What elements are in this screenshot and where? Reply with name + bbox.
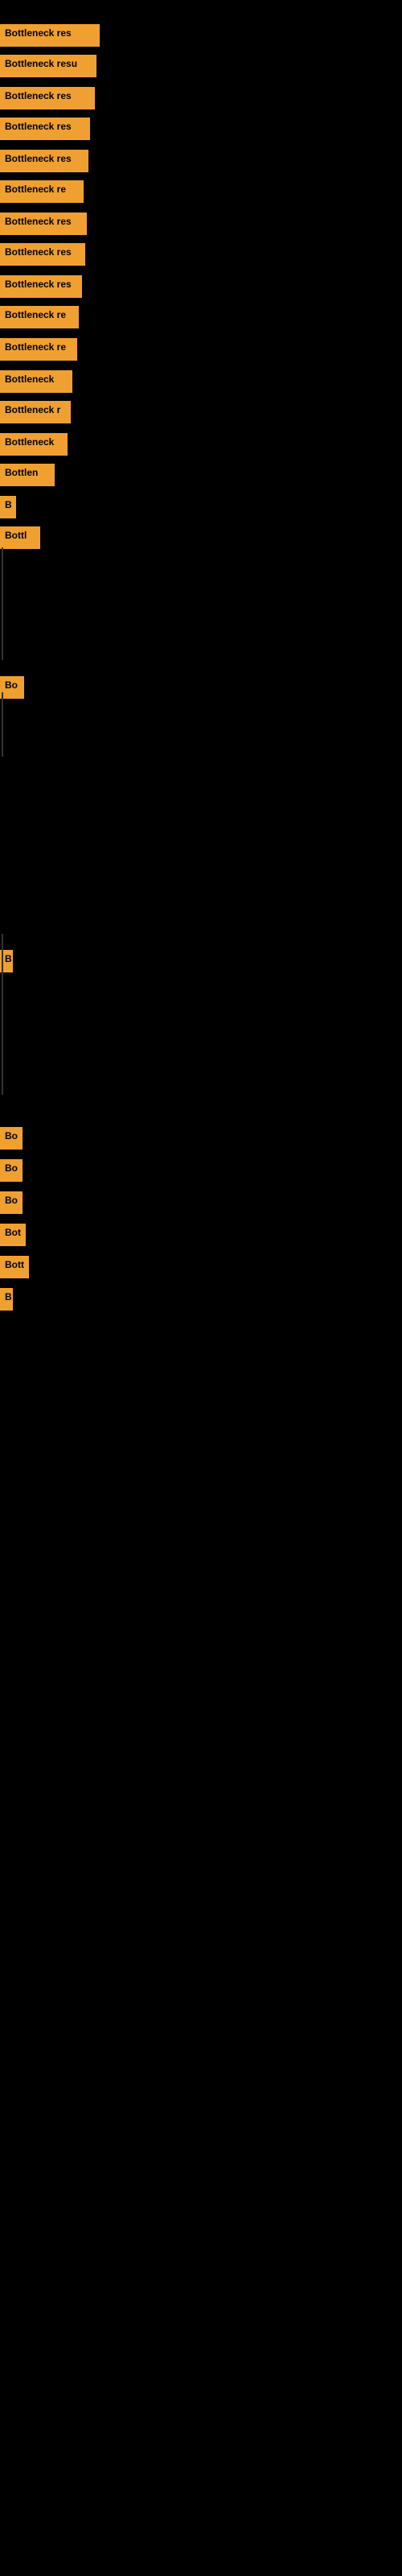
btn-10[interactable]: Bottleneck re: [0, 306, 79, 328]
btn-4[interactable]: Bottleneck res: [0, 118, 90, 140]
btn-8[interactable]: Bottleneck res: [0, 243, 85, 266]
btn-2[interactable]: Bottleneck resu: [0, 55, 96, 77]
btn-9[interactable]: Bottleneck res: [0, 275, 82, 298]
btn-14[interactable]: Bottleneck: [0, 433, 68, 456]
btn-20[interactable]: Bo: [0, 1127, 23, 1150]
btn-5[interactable]: Bottleneck res: [0, 150, 88, 172]
site-title: [0, 0, 402, 13]
btn-13[interactable]: Bottleneck r: [0, 401, 71, 423]
btn-6[interactable]: Bottleneck re: [0, 180, 84, 203]
btn-23[interactable]: Bot: [0, 1224, 26, 1246]
btn-11[interactable]: Bottleneck re: [0, 338, 77, 361]
btn-25[interactable]: B: [0, 1288, 13, 1311]
line-2: [2, 692, 3, 757]
btn-12[interactable]: Bottleneck: [0, 370, 72, 393]
btn-21[interactable]: Bo: [0, 1159, 23, 1182]
btn-17[interactable]: Bottl: [0, 526, 40, 549]
btn-16[interactable]: B: [0, 496, 16, 518]
btn-22[interactable]: Bo: [0, 1191, 23, 1214]
line-3: [2, 934, 3, 1095]
btn-24[interactable]: Bott: [0, 1256, 29, 1278]
btn-7[interactable]: Bottleneck res: [0, 213, 87, 235]
btn-1[interactable]: Bottleneck res: [0, 24, 100, 47]
btn-3[interactable]: Bottleneck res: [0, 87, 95, 109]
btn-18[interactable]: Bo: [0, 676, 24, 699]
line-1: [2, 547, 3, 660]
btn-15[interactable]: Bottlen: [0, 464, 55, 486]
